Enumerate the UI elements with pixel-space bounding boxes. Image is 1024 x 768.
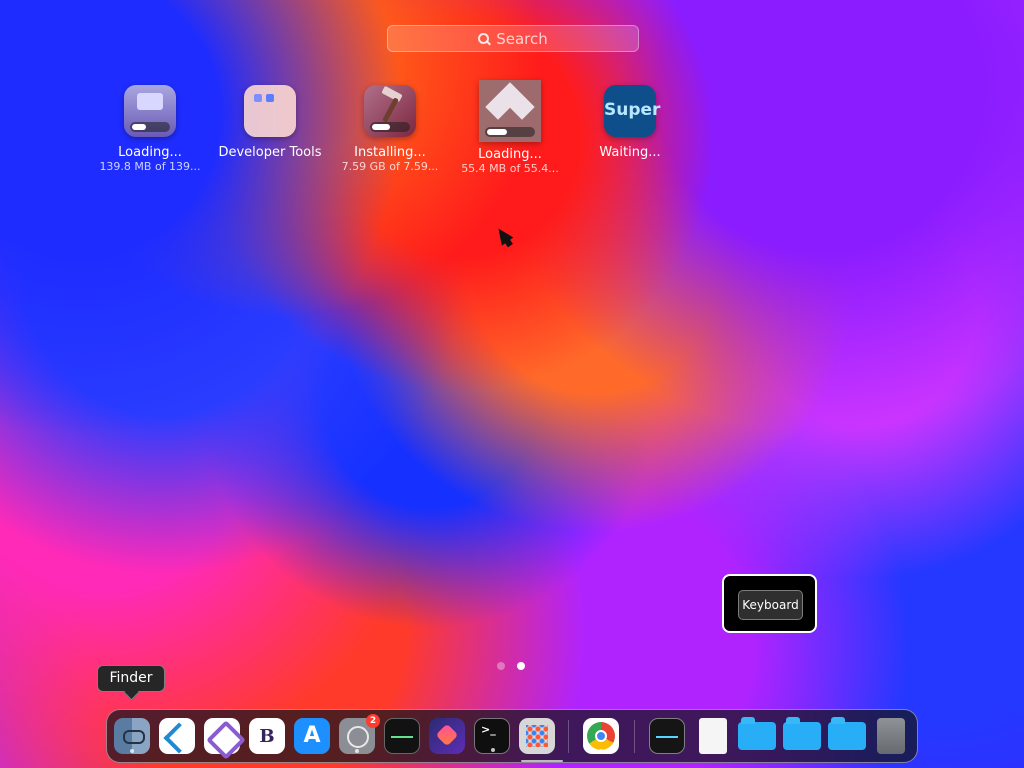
super-icon: Super — [604, 85, 661, 137]
bbedit-icon[interactable]: B — [249, 718, 285, 754]
hammer-icon — [364, 85, 416, 137]
search-placeholder: Search — [496, 29, 548, 48]
dock: B A 2 >_ — [106, 709, 918, 763]
finder-tooltip: Finder — [97, 665, 165, 692]
folder-icon-2[interactable] — [783, 717, 821, 750]
app-label: Loading... — [478, 147, 542, 162]
app-label: Loading... — [118, 145, 182, 160]
app-item-5[interactable]: Super Waiting... — [570, 85, 690, 160]
activity-monitor-icon[interactable] — [384, 718, 420, 754]
document-icon[interactable] — [699, 718, 727, 754]
dock-separator — [568, 720, 569, 753]
app-item-2[interactable]: Developer Tools — [210, 85, 330, 160]
chrome-icon[interactable] — [583, 718, 619, 754]
search-icon — [478, 32, 490, 45]
app-item-3[interactable]: Installing... 7.59 GB of 7.59... — [330, 85, 450, 173]
folder-icon — [244, 85, 296, 137]
keyboard-panel: Keyboard — [722, 574, 817, 633]
page-dot-1[interactable] — [497, 662, 505, 670]
diamond-icon — [479, 80, 541, 142]
app-status: 7.59 GB of 7.59... — [341, 160, 439, 173]
terminal-icon[interactable]: >_ — [474, 718, 510, 754]
app-label: Installing... — [354, 145, 426, 160]
trash-icon[interactable] — [877, 718, 905, 754]
dock-separator — [634, 720, 635, 753]
app-label: Waiting... — [599, 145, 661, 160]
page-dot-2[interactable] — [517, 662, 525, 670]
mouse-cursor — [492, 224, 514, 246]
activity-monitor-2-icon[interactable] — [649, 718, 685, 754]
folder-icon-1[interactable] — [738, 717, 776, 750]
installer-icon — [124, 85, 176, 137]
vscode-icon[interactable] — [159, 718, 195, 754]
launchpad-icon[interactable] — [519, 718, 563, 762]
app-store-icon[interactable]: A — [294, 718, 330, 754]
progress-bar — [130, 122, 170, 132]
keyboard-button[interactable]: Keyboard — [738, 590, 803, 620]
shortcuts-icon[interactable] — [429, 718, 465, 754]
super-text: Super — [604, 100, 661, 120]
page-indicator[interactable] — [497, 662, 525, 670]
system-settings-icon[interactable]: 2 — [339, 714, 380, 754]
finder-icon[interactable] — [114, 718, 150, 754]
app-item-1[interactable]: Loading... 139.8 MB of 139... — [90, 85, 210, 173]
progress-bar — [485, 127, 535, 137]
search-field[interactable]: Search — [387, 25, 639, 52]
app-status: 55.4 MB of 55.4... — [461, 162, 559, 175]
app-label: Developer Tools — [218, 145, 322, 160]
app-item-4[interactable]: Loading... 55.4 MB of 55.4... — [450, 80, 570, 175]
folder-icon-3[interactable] — [828, 717, 866, 750]
progress-bar — [370, 122, 410, 132]
visual-studio-icon[interactable] — [204, 718, 246, 760]
notification-badge: 2 — [366, 714, 380, 728]
app-status: 139.8 MB of 139... — [99, 160, 201, 173]
